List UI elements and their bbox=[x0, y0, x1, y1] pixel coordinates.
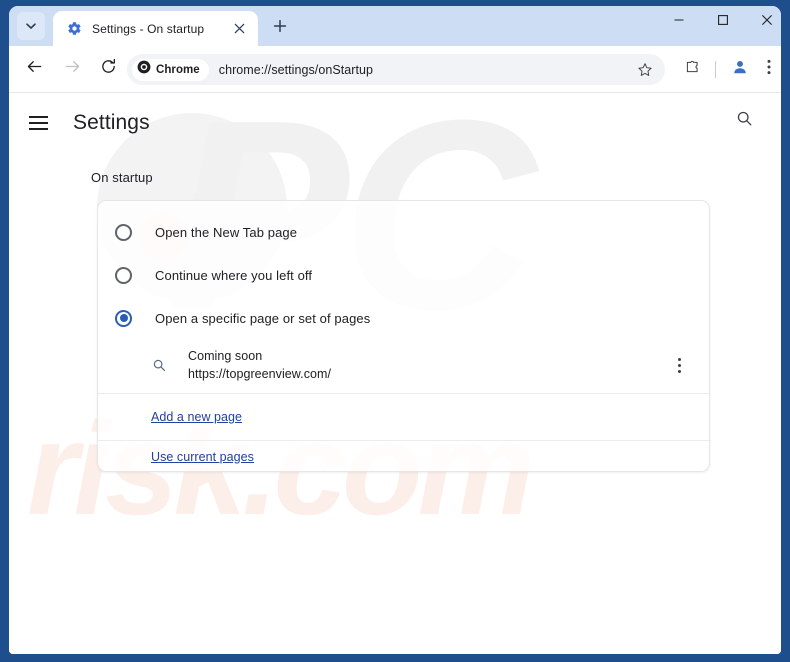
radio-indicator bbox=[115, 223, 132, 241]
avatar-icon bbox=[731, 58, 749, 81]
three-dot-vertical-icon bbox=[677, 358, 681, 361]
chevron-down-icon bbox=[24, 19, 38, 33]
forward-button bbox=[57, 54, 87, 84]
tab-close-button[interactable] bbox=[229, 19, 249, 39]
hamburger-icon[interactable] bbox=[29, 109, 57, 137]
hamburger-line bbox=[29, 128, 48, 130]
radio-option-new-tab-page[interactable]: Open the New Tab page bbox=[98, 210, 711, 254]
plus-icon bbox=[273, 19, 287, 38]
page-title: Settings bbox=[73, 111, 150, 134]
tab-strip: Settings - On startup bbox=[9, 6, 781, 46]
section-label: On startup bbox=[91, 170, 153, 185]
startup-options-card: Open the New Tab page Continue where you… bbox=[97, 200, 711, 472]
browser-window: Settings - On startup Chrome chrome://se… bbox=[9, 6, 781, 654]
arrow-right-icon bbox=[64, 58, 81, 80]
maximize-icon bbox=[717, 13, 729, 31]
add-new-page-row: Add a new page bbox=[98, 394, 711, 441]
puzzle-piece-icon bbox=[684, 58, 701, 80]
tab-title: Settings - On startup bbox=[92, 21, 205, 36]
use-current-pages-row: Use current pages bbox=[98, 441, 711, 472]
reload-button[interactable] bbox=[93, 54, 123, 84]
star-icon[interactable] bbox=[633, 58, 657, 82]
minimize-button[interactable] bbox=[657, 6, 701, 38]
back-button[interactable] bbox=[19, 54, 49, 84]
radio-label: Open a specific page or set of pages bbox=[155, 310, 371, 326]
settings-header: Settings bbox=[9, 93, 781, 153]
startup-page-row: Coming soon https://topgreenview.com/ bbox=[98, 338, 711, 394]
search-icon bbox=[736, 110, 753, 132]
tab-settings[interactable]: Settings - On startup bbox=[53, 11, 258, 46]
startup-page-title: Coming soon bbox=[188, 349, 263, 363]
radio-option-specific-pages[interactable]: Open a specific page or set of pages bbox=[98, 296, 711, 340]
settings-search-button[interactable] bbox=[730, 107, 758, 135]
chrome-menu-button[interactable] bbox=[759, 56, 779, 82]
tab-search-button[interactable] bbox=[17, 12, 45, 40]
startup-page-menu-button[interactable] bbox=[670, 355, 688, 377]
chrome-origin-chip[interactable]: Chrome bbox=[132, 58, 209, 81]
radio-label: Open the New Tab page bbox=[155, 224, 298, 240]
chrome-logo-icon bbox=[137, 60, 151, 79]
url-text: chrome://settings/onStartup bbox=[218, 62, 373, 77]
three-dot-vertical-icon bbox=[677, 370, 681, 373]
browser-toolbar: Chrome chrome://settings/onStartup bbox=[9, 46, 781, 93]
close-icon bbox=[761, 13, 773, 31]
maximize-button[interactable] bbox=[701, 6, 745, 38]
extensions-button[interactable] bbox=[679, 56, 705, 82]
toolbar-divider bbox=[715, 61, 716, 78]
address-bar[interactable]: Chrome chrome://settings/onStartup bbox=[127, 54, 665, 85]
new-tab-button[interactable] bbox=[267, 15, 293, 41]
close-window-button[interactable] bbox=[745, 6, 781, 38]
reload-icon bbox=[100, 58, 117, 80]
profile-button[interactable] bbox=[727, 56, 753, 82]
three-dot-vertical-icon bbox=[677, 364, 681, 367]
hamburger-line bbox=[29, 116, 48, 118]
hamburger-line bbox=[29, 122, 48, 124]
three-dot-vertical-icon bbox=[767, 59, 771, 80]
startup-page-text: Coming soon https://topgreenview.com/ bbox=[188, 348, 670, 383]
use-current-pages-link[interactable]: Use current pages bbox=[151, 450, 254, 464]
startup-page-url: https://topgreenview.com/ bbox=[188, 367, 331, 381]
search-icon bbox=[150, 357, 168, 375]
gear-icon bbox=[66, 21, 82, 37]
radio-indicator bbox=[115, 266, 132, 284]
radio-option-continue-where-left-off[interactable]: Continue where you left off bbox=[98, 253, 711, 297]
window-frame: Settings - On startup Chrome chrome://se… bbox=[0, 0, 790, 662]
radio-indicator-selected bbox=[115, 309, 132, 327]
add-new-page-link[interactable]: Add a new page bbox=[151, 410, 242, 424]
minimize-icon bbox=[673, 13, 685, 31]
radio-label: Continue where you left off bbox=[155, 267, 313, 283]
settings-page: PC risk.com Settings bbox=[9, 93, 781, 654]
chrome-chip-label: Chrome bbox=[156, 63, 200, 76]
arrow-left-icon bbox=[26, 58, 43, 80]
